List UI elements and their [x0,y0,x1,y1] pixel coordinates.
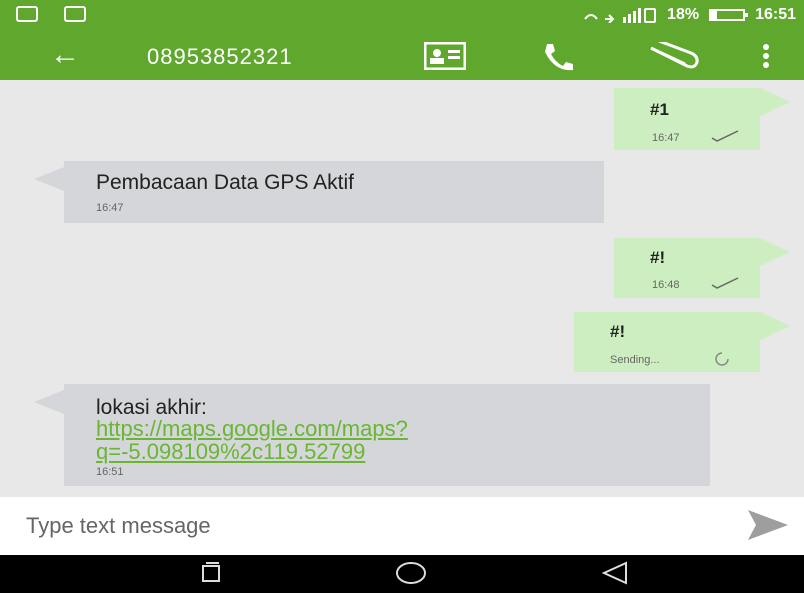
message-bubble-outgoing[interactable]: #1 16:47 [614,88,790,150]
message-bubble-incoming[interactable]: Pembacaan Data GPS Aktif 16:47 [34,161,604,223]
home-icon[interactable] [394,561,428,585]
message-text: #1 [650,100,669,119]
back-nav-icon[interactable] [600,561,630,585]
more-options-icon[interactable] [762,42,770,70]
contact-card-icon[interactable] [424,42,466,70]
sending-spinner-icon [715,352,729,366]
recent-apps-icon[interactable] [199,561,223,585]
message-bubble-incoming[interactable]: lokasi akhir: https://maps.google.com/ma… [34,384,710,486]
maps-link-line1: https://maps.google.com/maps? [96,416,408,441]
status-bar: 18% 16:51 [0,0,804,32]
clock: 16:51 [755,6,796,23]
app-bar: ← 08953852321 [0,32,804,80]
message-time: 16:47 [96,202,124,214]
message-text: #! [650,248,666,267]
message-status: Sending... [610,354,660,366]
bubble-tail [760,312,790,340]
message-time: 16:51 [96,466,124,478]
battery-percent: 18% [667,6,700,23]
sent-check-icon [711,130,739,142]
battery-icon [709,9,749,21]
battery-fill [711,11,717,19]
signal-icon [584,8,657,23]
message-input[interactable] [24,509,688,543]
notification-icon [16,6,38,22]
sent-check-icon [711,277,739,289]
bubble-tail [34,167,64,191]
message-bubble-outgoing[interactable]: #! Sending... [574,312,790,372]
contact-number[interactable]: 08953852321 [147,44,293,70]
bubble-tail [34,390,64,414]
system-nav-bar [0,555,804,593]
message-time: 16:48 [652,279,680,291]
message-thread[interactable]: #1 16:47 Pembacaan Data GPS Aktif 16:47 … [0,80,804,495]
message-text: #! [610,322,626,341]
message-notification-icon [64,6,86,22]
send-icon[interactable] [746,508,790,542]
maps-link-line2: q=-5.098109%2c119.52799 [96,439,366,464]
maps-link[interactable]: https://maps.google.com/maps? q=-5.09810… [96,417,408,463]
back-arrow-icon[interactable]: ← [50,40,80,70]
message-bubble-outgoing[interactable]: #! 16:48 [614,238,790,298]
bubble-tail [760,238,790,266]
bubble-tail [760,88,790,116]
message-text: Pembacaan Data GPS Aktif [96,171,354,194]
message-time: 16:47 [652,132,680,144]
phone-icon[interactable] [541,42,575,72]
composer [0,497,804,555]
attach-icon[interactable] [643,42,699,70]
